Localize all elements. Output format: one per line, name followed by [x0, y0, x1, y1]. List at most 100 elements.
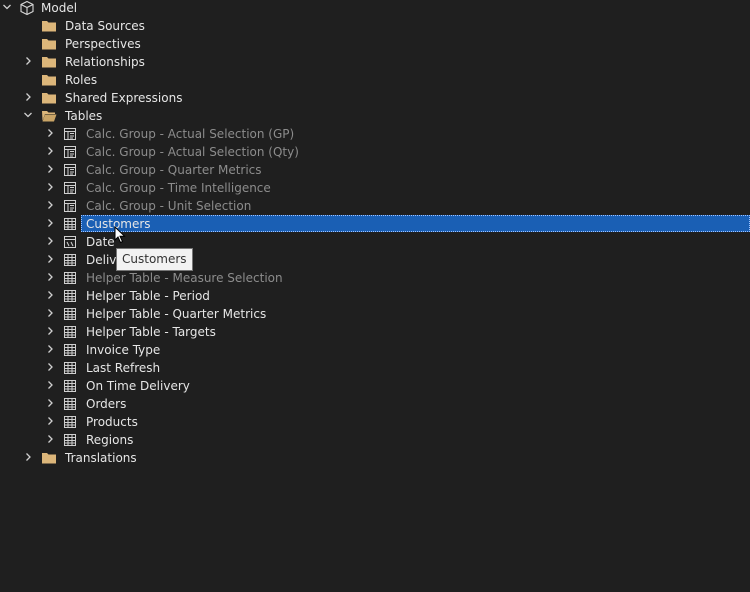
- tree-node-folder[interactable]: Perspectives: [0, 35, 750, 53]
- selection-highlight: [81, 215, 750, 232]
- folder-icon: [41, 36, 57, 52]
- table-icon: [62, 360, 78, 376]
- table-icon: [62, 432, 78, 448]
- folder-icon: [41, 54, 57, 70]
- tree-node-label: On Time Delivery: [86, 379, 190, 393]
- model-cube-icon: [19, 0, 35, 16]
- tree-node-label: Date: [86, 235, 115, 249]
- tree-node-folder[interactable]: Data Sources: [0, 17, 750, 35]
- tree-node-table[interactable]: Helper Table - Measure Selection: [0, 269, 750, 287]
- chevron-right-icon[interactable]: [44, 416, 56, 428]
- chevron-right-icon[interactable]: [44, 362, 56, 374]
- table-icon: [62, 216, 78, 232]
- model-tree: Model Data Sources Perspectives Relationshi…: [0, 0, 750, 592]
- table-icon: [62, 324, 78, 340]
- tree-node-table[interactable]: Calc. Group - Unit Selection: [0, 197, 750, 215]
- chevron-right-icon[interactable]: [44, 344, 56, 356]
- tree-node-label: Products: [86, 415, 138, 429]
- tree-node-table[interactable]: Calc. Group - Quarter Metrics: [0, 161, 750, 179]
- tree-node-label: Helper Table - Quarter Metrics: [86, 307, 267, 321]
- chevron-right-icon[interactable]: [44, 182, 56, 194]
- tree-node-table[interactable]: Calc. Group - Time Intelligence: [0, 179, 750, 197]
- tree-node-folder[interactable]: Roles: [0, 71, 750, 89]
- tree-node-table[interactable]: Calc. Group - Actual Selection (GP): [0, 125, 750, 143]
- chevron-right-icon[interactable]: [22, 92, 34, 104]
- tree-node-label: Calc. Group - Actual Selection (GP): [86, 127, 295, 141]
- tree-node-folder[interactable]: Shared Expressions: [0, 89, 750, 107]
- chevron-right-icon[interactable]: [22, 452, 34, 464]
- tree-node-label: Helper Table - Targets: [86, 325, 216, 339]
- tree-node-label: Regions: [86, 433, 134, 447]
- tree-node-label: Invoice Type: [86, 343, 161, 357]
- calc-group-table-icon: [62, 162, 78, 178]
- tree-node-table[interactable]: Orders: [0, 395, 750, 413]
- chevron-right-icon[interactable]: [44, 218, 56, 230]
- tree-node-label: Tables: [65, 109, 103, 123]
- tree-node-table[interactable]: Invoice Type: [0, 341, 750, 359]
- chevron-right-icon[interactable]: [44, 434, 56, 446]
- chevron-down-icon[interactable]: [1, 2, 13, 14]
- chevron-right-icon[interactable]: [44, 200, 56, 212]
- folder-icon: [41, 90, 57, 106]
- chevron-down-icon[interactable]: [22, 110, 34, 122]
- chevron-right-icon[interactable]: [44, 128, 56, 140]
- table-icon: [62, 306, 78, 322]
- tree-node-label: Calc. Group - Quarter Metrics: [86, 163, 262, 177]
- folder-open-icon: [41, 108, 57, 124]
- folder-icon: [41, 18, 57, 34]
- tree-node-table[interactable]: Products: [0, 413, 750, 431]
- chevron-right-icon[interactable]: [44, 254, 56, 266]
- tree-node-table[interactable]: Date: [0, 233, 750, 251]
- table-icon: [62, 342, 78, 358]
- tree-node-table[interactable]: Helper Table - Quarter Metrics: [0, 305, 750, 323]
- table-icon: [62, 414, 78, 430]
- chevron-right-icon[interactable]: [44, 146, 56, 158]
- chevron-right-icon[interactable]: [44, 398, 56, 410]
- tree-node-label: Translations: [65, 451, 137, 465]
- table-icon: [62, 270, 78, 286]
- tree-node-folder[interactable]: Relationships: [0, 53, 750, 71]
- chevron-right-icon[interactable]: [44, 326, 56, 338]
- table-icon: [62, 396, 78, 412]
- chevron-right-icon[interactable]: [44, 164, 56, 176]
- chevron-right-icon[interactable]: [22, 56, 34, 68]
- chevron-right-icon[interactable]: [44, 380, 56, 392]
- chevron-right-icon[interactable]: [44, 272, 56, 284]
- date-table-icon: [62, 234, 78, 250]
- tooltip: Customers: [116, 248, 193, 271]
- tree-node-label: Helper Table - Measure Selection: [86, 271, 283, 285]
- tree-node-label: Calc. Group - Time Intelligence: [86, 181, 271, 195]
- table-icon: [62, 252, 78, 268]
- tree-node-label: Data Sources: [65, 19, 145, 33]
- tree-node-folder[interactable]: Translations: [0, 449, 750, 467]
- tree-node-table[interactable]: Helper Table - Targets: [0, 323, 750, 341]
- tree-node-label: Calc. Group - Unit Selection: [86, 199, 252, 213]
- folder-icon: [41, 450, 57, 466]
- calc-group-table-icon: [62, 126, 78, 142]
- tree-node-table[interactable]: Customers: [0, 215, 750, 233]
- chevron-right-icon[interactable]: [44, 290, 56, 302]
- chevron-right-icon[interactable]: [44, 236, 56, 248]
- calc-group-table-icon: [62, 144, 78, 160]
- tree-node-model[interactable]: Model: [0, 0, 750, 17]
- calc-group-table-icon: [62, 198, 78, 214]
- table-icon: [62, 288, 78, 304]
- tree-node-tables-folder[interactable]: Tables: [0, 107, 750, 125]
- tree-node-label: Model: [41, 1, 78, 15]
- tree-node-label: Shared Expressions: [65, 91, 183, 105]
- tree-node-label: Relationships: [65, 55, 145, 69]
- tree-node-label: Helper Table - Period: [86, 289, 210, 303]
- tree-node-table[interactable]: Calc. Group - Actual Selection (Qty): [0, 143, 750, 161]
- tree-node-table[interactable]: Last Refresh: [0, 359, 750, 377]
- tree-node-table[interactable]: Delive: [0, 251, 750, 269]
- tree-node-label: Calc. Group - Actual Selection (Qty): [86, 145, 299, 159]
- tree-node-label: Roles: [65, 73, 98, 87]
- mouse-cursor-icon: [114, 226, 126, 244]
- tree-node-label: Perspectives: [65, 37, 141, 51]
- calc-group-table-icon: [62, 180, 78, 196]
- tree-node-table[interactable]: On Time Delivery: [0, 377, 750, 395]
- tree-node-table[interactable]: Regions: [0, 431, 750, 449]
- tree-node-label: Last Refresh: [86, 361, 161, 375]
- chevron-right-icon[interactable]: [44, 308, 56, 320]
- tree-node-table[interactable]: Helper Table - Period: [0, 287, 750, 305]
